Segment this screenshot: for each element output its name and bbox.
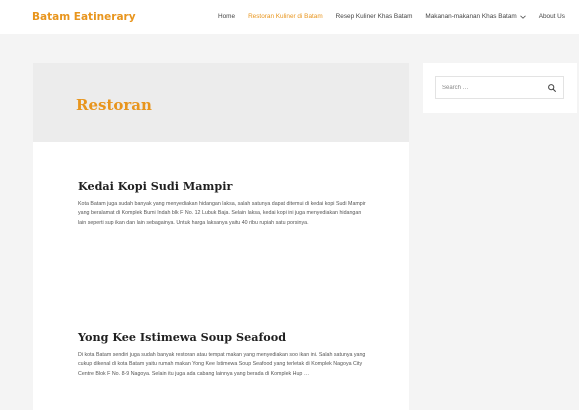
site-logo[interactable]: Batam Eatinerary	[32, 11, 136, 23]
page-title: Restoran	[76, 96, 152, 114]
search-input[interactable]	[442, 81, 542, 94]
primary-nav: Home Restoran Kuliner di Batam Resep Kul…	[218, 13, 565, 20]
nav-item-makanan[interactable]: Makanan-makanan Khas Batam	[425, 13, 526, 20]
post-excerpt: Kota Batam juga sudah banyak yang menyed…	[78, 201, 366, 226]
main-content: Restoran Kedai Kopi Sudi Mampir Kota Bat…	[33, 63, 409, 410]
nav-item-makanan-label: Makanan-makanan Khas Batam	[425, 13, 517, 20]
nav-item-restoran[interactable]: Restoran Kuliner di Batam	[248, 13, 323, 20]
search-form	[435, 76, 564, 99]
nav-item-about[interactable]: About Us	[539, 13, 565, 20]
nav-item-home[interactable]: Home	[218, 13, 235, 20]
site-header: Batam Eatinerary Home Restoran Kuliner d…	[0, 0, 579, 34]
chevron-down-icon	[519, 15, 526, 19]
nav-item-resep[interactable]: Resep Kuliner Khas Batam	[336, 13, 413, 20]
post-excerpt: Di kota Batam sendiri juga sudah banyak …	[78, 352, 366, 377]
sidebar	[423, 63, 577, 113]
post-item: Kedai Kopi Sudi Mampir Kota Batam juga s…	[78, 179, 368, 228]
post-item: Yong Kee Istimewa Soup Seafood Di kota B…	[78, 330, 368, 379]
post-title[interactable]: Kedai Kopi Sudi Mampir	[78, 179, 368, 193]
post-title[interactable]: Yong Kee Istimewa Soup Seafood	[78, 330, 368, 344]
search-icon[interactable]	[547, 83, 557, 93]
page-title-band: Restoran	[33, 63, 409, 142]
